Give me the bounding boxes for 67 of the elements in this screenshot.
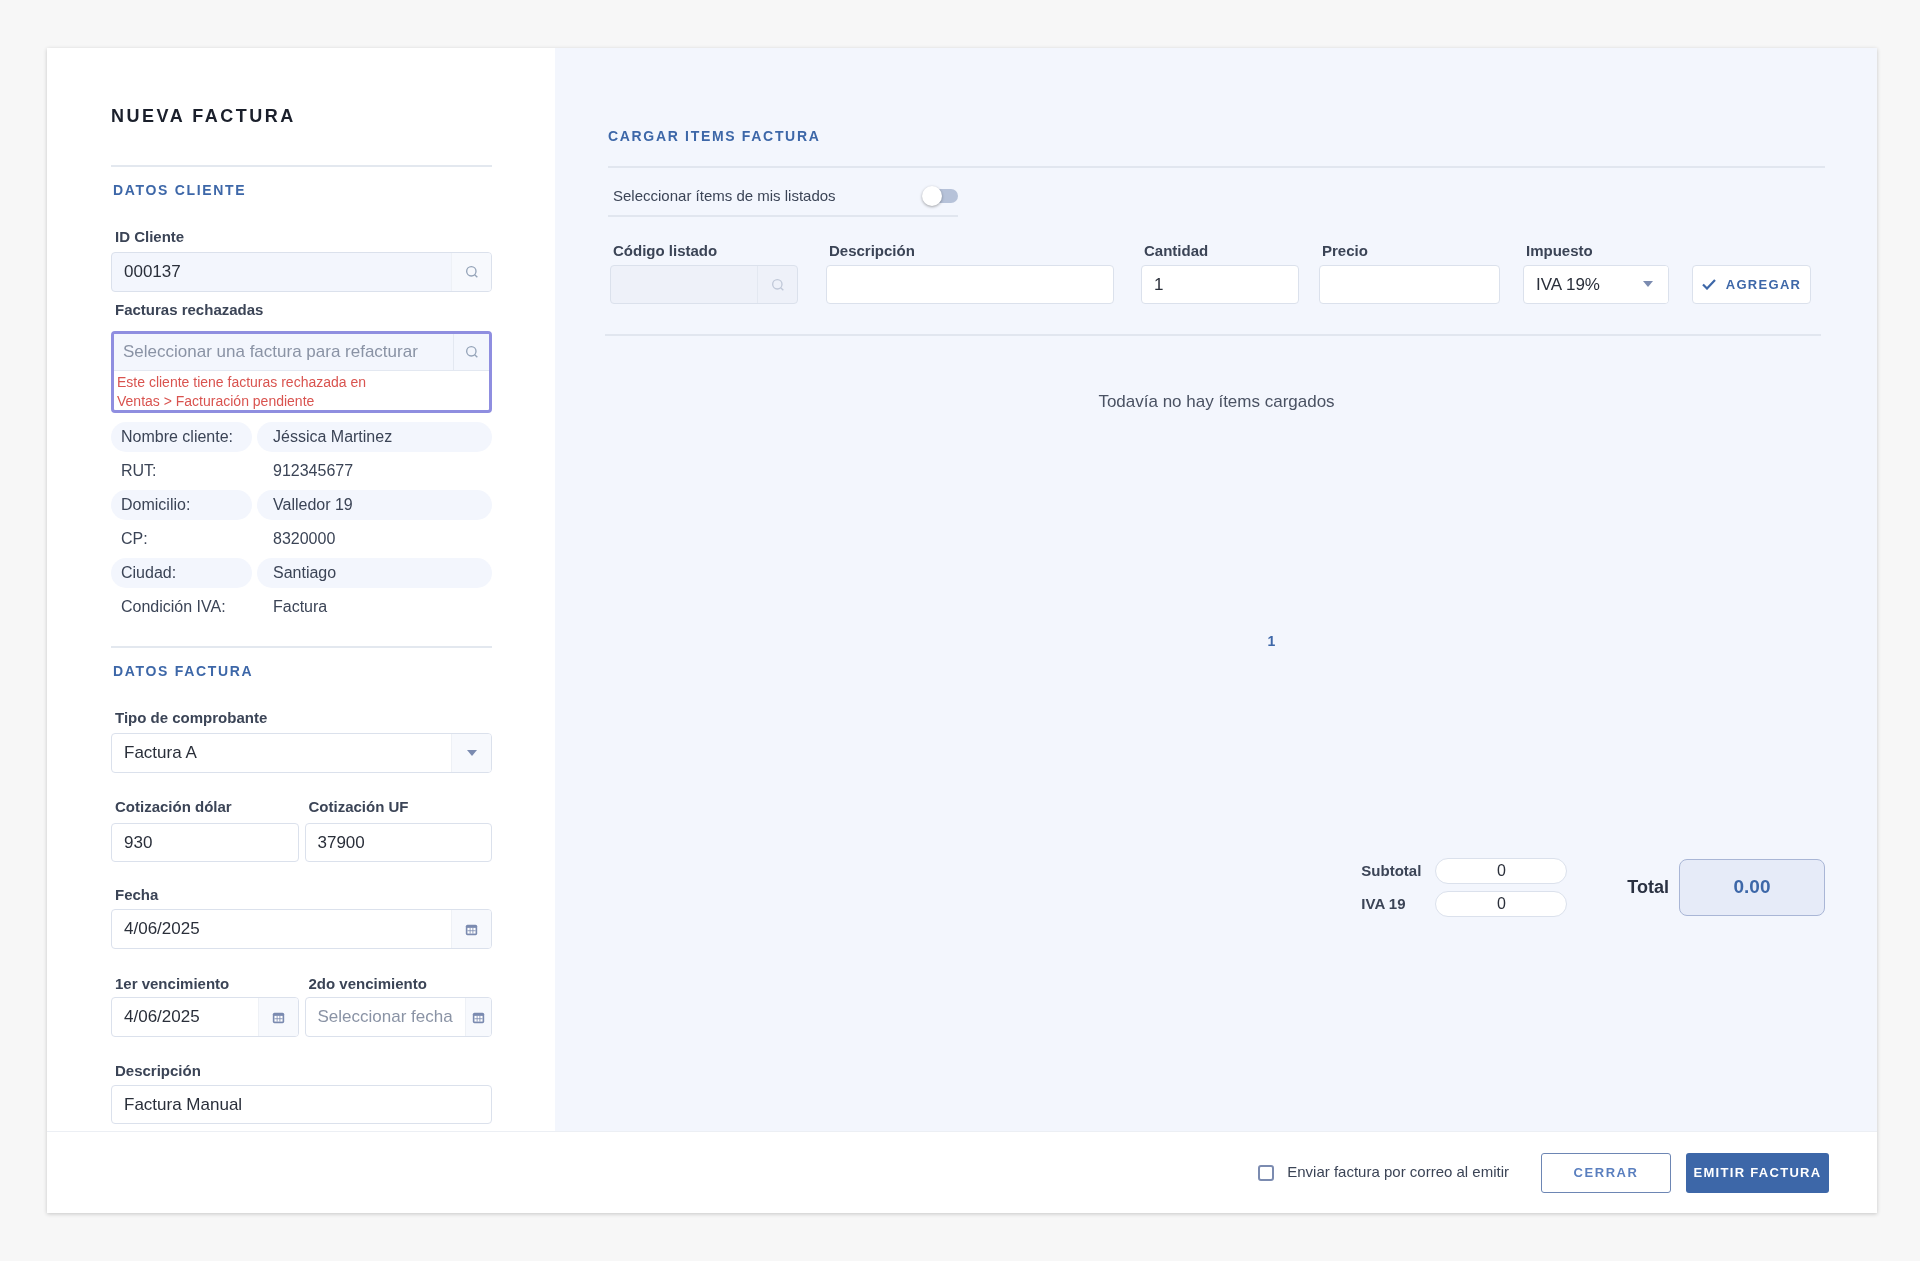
field-label: Tipo de comprobante [114,708,269,728]
field-label: Cotización dólar [114,797,233,817]
info-value: 912345677 [272,461,355,481]
input-field[interactable]: 4/06/2025 [111,997,299,1037]
grand-total-label: Total [1627,876,1669,899]
toggle-label: Seleccionar ítems de mis listados [613,185,836,206]
input-field[interactable] [1319,265,1500,304]
invoice-search-field[interactable]: Seleccionar una factura para refacturar Este cliente tiene facturas rechazada en Ventas > Facturación pendiente [111,331,492,413]
info-label: CP: [120,529,149,549]
input-field[interactable] [826,265,1114,304]
toggle-switch[interactable] [924,189,958,203]
info-label: Nombre cliente: [111,422,252,452]
page-link[interactable]: 1 [1267,632,1276,650]
submit-button[interactable]: EMITIR FACTURA [1686,1152,1829,1193]
empty-message: Todavía no hay ítems cargados [1097,391,1336,413]
info-value: Jéssica Martinez [257,422,492,452]
field-label: 1er vencimiento [114,974,231,994]
info-value: Valledor 19 [257,490,492,520]
error-message: Este cliente tiene facturas rechazada en Ventas > Facturación pendiente [116,373,368,410]
email-checkbox[interactable] [1258,1164,1275,1181]
input-field[interactable]: 930 [111,823,299,862]
caret-icon [1642,281,1654,288]
total-label: Subtotal [1361,860,1423,881]
field-label: ID Cliente [114,227,186,247]
info-label: Domicilio: [111,490,252,520]
calendar-icon [471,1010,485,1024]
check-icon [1701,279,1716,290]
info-value: 8320000 [272,529,337,549]
input-field[interactable]: 37900 [304,823,492,862]
select-field[interactable]: IVA 19% [1523,265,1669,304]
search-icon [463,344,480,360]
info-value: Factura [272,597,329,617]
page-title: NUEVA FACTURA [111,105,297,127]
search-icon [769,276,786,293]
calendar-icon [271,1010,285,1024]
field-label: 2do vencimiento [307,974,428,994]
info-label: Ciudad: [111,558,252,588]
field-label: Cotización UF [307,797,410,817]
section-heading: DATOS CLIENTE [113,182,248,198]
add-button[interactable]: AGREGAR [1692,265,1811,304]
input-field[interactable]: 4/06/2025 [111,909,492,949]
field-label: Facturas rechazadas [114,300,265,320]
info-label: Condición IVA: [120,597,227,617]
total-value-field: 0 [1435,891,1568,917]
field-label: Cantidad [1143,241,1210,261]
select-field[interactable]: Factura A [111,733,492,773]
info-value: Santiago [257,558,492,588]
calendar-icon [465,922,478,936]
field-label: Descripción [828,241,916,261]
field-label: Fecha [114,885,160,905]
grand-total-value: 0.00 [1679,859,1825,916]
total-value-field: 0 [1435,858,1568,884]
section-heading: CARGAR ITEMS FACTURA [608,128,822,144]
total-label: IVA 19 [1361,893,1407,914]
caret-icon [465,749,478,757]
input-field[interactable]: 1 [1141,265,1299,304]
input-field[interactable]: Factura Manual [111,1085,492,1124]
checkbox-label: Enviar factura por correo al emitir [1287,1162,1509,1183]
field-label: Precio [1321,241,1369,261]
section-heading: DATOS FACTURA [113,663,255,679]
info-label: RUT: [120,461,158,481]
field-label: Código listado [612,241,719,261]
field-label: Descripción [114,1061,202,1081]
input-field[interactable]: 000137 [111,252,492,292]
field-label: Impuesto [1525,241,1594,261]
search-icon [463,264,480,280]
close-button[interactable]: CERRAR [1541,1152,1671,1193]
